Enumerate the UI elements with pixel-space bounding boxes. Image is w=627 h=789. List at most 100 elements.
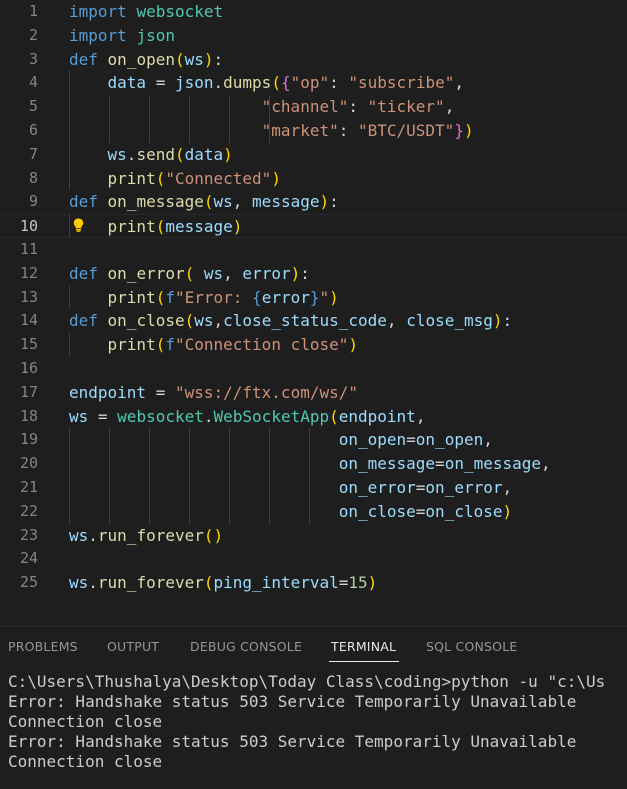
code-text: on_close=on_close): [338, 501, 513, 521]
indent-guide: [189, 95, 190, 143]
code-text: "market": "BTC/USDT"}): [261, 121, 474, 140]
indent-guide: [229, 428, 230, 524]
code-line[interactable]: 6 "market": "BTC/USDT"}): [0, 119, 627, 143]
line-number: 7: [28, 144, 38, 163]
terminal-output[interactable]: C:\Users\Thushalya\Desktop\Today Class\c…: [8, 672, 605, 772]
code-line[interactable]: 20 on_message=on_message,: [0, 452, 627, 476]
code-line[interactable]: 24: [0, 547, 627, 571]
indent-guide: [69, 71, 70, 191]
line-number: 19: [19, 430, 38, 449]
code-text: on_open=on_open,: [338, 430, 493, 450]
indent-guide: [269, 95, 270, 143]
code-text: import websocket: [69, 2, 224, 21]
terminal-line: Connection close: [8, 752, 163, 771]
indent-guide: [229, 95, 230, 143]
indent-guide: [269, 428, 270, 524]
line-number: 10: [19, 217, 38, 236]
line-number: 17: [19, 382, 38, 401]
code-text: def on_message(ws, message):: [69, 192, 339, 212]
code-line-current[interactable]: 10 print(message): [0, 214, 627, 238]
code-line[interactable]: 9 def on_message(ws, message):: [0, 190, 627, 214]
code-text: endpoint = "wss://ftx.com/ws/": [69, 382, 358, 402]
line-number: 13: [19, 287, 38, 306]
code-text: print(f"Connection close"): [107, 335, 359, 355]
line-number: 20: [19, 454, 38, 473]
line-number: 8: [28, 168, 38, 187]
indent-guide: [109, 428, 110, 524]
line-number: 24: [19, 549, 38, 568]
code-line[interactable]: 23 ws.run_forever(): [0, 524, 627, 548]
line-number: 6: [28, 121, 38, 139]
code-line[interactable]: 11: [0, 238, 627, 262]
terminal-line: Connection close: [8, 712, 163, 731]
code-line[interactable]: 14 def on_close(ws,close_status_code, cl…: [0, 309, 627, 333]
indent-guide: [69, 214, 70, 238]
code-line[interactable]: 22 on_close=on_close): [0, 500, 627, 524]
code-line[interactable]: 16: [0, 357, 627, 381]
line-number: 1: [28, 2, 38, 20]
code-line[interactable]: 5 "channel": "ticker",: [0, 95, 627, 119]
line-number: 11: [19, 240, 38, 258]
line-number: 22: [19, 501, 38, 520]
line-number: 9: [28, 192, 38, 211]
code-text: import json: [69, 25, 175, 45]
line-number: 12: [19, 263, 38, 282]
code-line[interactable]: 15 print(f"Connection close"): [0, 333, 627, 357]
code-line[interactable]: 7 ws.send(data): [0, 143, 627, 167]
code-line[interactable]: 4 data = json.dumps({"op": "subscribe",: [0, 71, 627, 95]
code-line[interactable]: 25 ws.run_forever(ping_interval=15): [0, 571, 627, 595]
line-number: 2: [28, 25, 38, 44]
indent-guide: [149, 428, 150, 524]
indent-guide: [109, 95, 110, 143]
code-line[interactable]: 19 on_open=on_open,: [0, 428, 627, 452]
bottom-panel: PROBLEMS OUTPUT DEBUG CONSOLE TERMINAL S…: [0, 626, 627, 789]
line-number: 3: [28, 49, 38, 68]
code-line[interactable]: 17 endpoint = "wss://ftx.com/ws/": [0, 381, 627, 405]
code-line[interactable]: 3 def on_open(ws):: [0, 48, 627, 72]
code-line[interactable]: 8 print("Connected"): [0, 167, 627, 191]
panel-tab-bar: PROBLEMS OUTPUT DEBUG CONSOLE TERMINAL S…: [0, 627, 627, 663]
tab-debug-console[interactable]: DEBUG CONSOLE: [190, 639, 302, 654]
tab-sql-console[interactable]: SQL CONSOLE: [426, 639, 517, 654]
code-text: ws.run_forever(ping_interval=15): [69, 573, 378, 593]
code-text: ws.run_forever(): [69, 525, 224, 545]
code-text: ws.send(data): [107, 144, 233, 164]
line-number: 4: [28, 73, 38, 92]
code-text: "channel": "ticker",: [261, 97, 455, 117]
tab-terminal[interactable]: TERMINAL: [331, 639, 396, 654]
code-text: def on_error( ws, error):: [69, 263, 310, 283]
code-line[interactable]: 1 import websocket: [0, 0, 627, 24]
line-number: 25: [19, 573, 38, 592]
code-text: on_error=on_error,: [338, 478, 513, 497]
code-text: ws = websocket.WebSocketApp(endpoint,: [69, 406, 426, 426]
code-text: def on_open(ws):: [69, 49, 224, 69]
tab-problems[interactable]: PROBLEMS: [8, 639, 78, 654]
line-number: 21: [19, 478, 38, 496]
indent-guide: [69, 333, 70, 357]
tab-output[interactable]: OUTPUT: [107, 639, 159, 654]
line-number: 14: [19, 311, 38, 330]
terminal-line: Error: Handshake status 503 Service Temp…: [8, 692, 577, 711]
code-line[interactable]: 2 import json: [0, 24, 627, 48]
indent-guide: [149, 95, 150, 143]
code-line[interactable]: 18 ws = websocket.WebSocketApp(endpoint,: [0, 405, 627, 429]
code-line[interactable]: 12 def on_error( ws, error):: [0, 262, 627, 286]
code-text: def on_close(ws,close_status_code, close…: [69, 311, 513, 331]
code-editor[interactable]: 1 import websocket 2 import json 3 def o…: [0, 0, 627, 606]
code-text: print(message): [107, 217, 243, 237]
code-text: print("Connected"): [107, 168, 281, 188]
terminal-line: Error: Handshake status 503 Service Temp…: [8, 732, 577, 751]
indent-guide: [189, 428, 190, 524]
code-text: data = json.dumps({"op": "subscribe",: [107, 73, 464, 93]
active-tab-indicator: [329, 661, 399, 662]
code-line[interactable]: 13 print(f"Error: {error}"): [0, 286, 627, 310]
code-line[interactable]: 21 on_error=on_error,: [0, 476, 627, 500]
terminal-line: C:\Users\Thushalya\Desktop\Today Class\c…: [8, 672, 606, 691]
code-text: print(f"Error: {error}"): [107, 287, 339, 307]
indent-guide: [309, 428, 310, 524]
indent-guide: [69, 285, 70, 310]
line-number: 18: [19, 406, 38, 425]
indent-guide: [69, 428, 70, 524]
line-number: 23: [19, 525, 38, 544]
line-number: 16: [19, 359, 38, 377]
